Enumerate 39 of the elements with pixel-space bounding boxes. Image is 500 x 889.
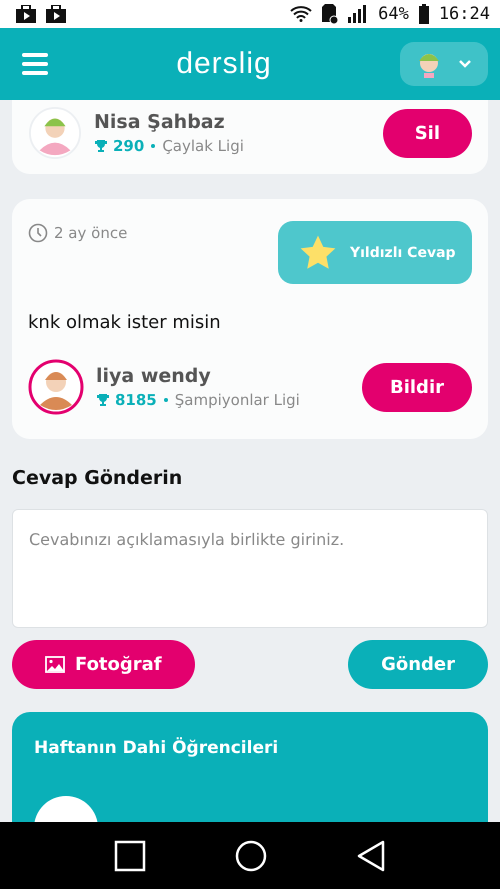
user-points: 290: [113, 137, 144, 155]
star-icon: [298, 234, 338, 272]
menu-icon[interactable]: [22, 53, 48, 75]
image-icon: [45, 656, 65, 673]
answer-time: 2 ay önce: [54, 224, 128, 242]
badge-label: Yıldızlı Cevap: [350, 244, 456, 260]
sd-card-icon: [322, 4, 338, 24]
user-name: Nisa Şahbaz: [94, 111, 226, 133]
separator-dot: [164, 398, 168, 402]
photo-button[interactable]: Fotoğraf: [12, 640, 195, 689]
user-points: 8185: [115, 391, 157, 409]
answer-input[interactable]: Cevabınızı açıklamasıyla birlikte giriniz.: [12, 509, 488, 628]
separator-dot: [151, 144, 156, 148]
report-button[interactable]: Bildir: [362, 362, 472, 412]
briefcase-icon: [16, 5, 36, 23]
battery-percent: 64%: [378, 4, 409, 24]
wifi-icon: [290, 6, 312, 22]
clock-time: 16:24: [438, 4, 490, 24]
panel-title: Haftanın Dahi Öğrencileri: [34, 738, 280, 758]
clock-icon: [28, 223, 48, 243]
section-title: Cevap Gönderin: [12, 467, 184, 489]
logo[interactable]: derslig: [176, 47, 272, 81]
delete-button[interactable]: Sil: [382, 108, 472, 158]
back-icon[interactable]: [356, 840, 386, 872]
user-name: liya wendy: [96, 365, 212, 387]
signal-icon: [348, 5, 368, 23]
battery-icon: [418, 4, 429, 24]
trophy-icon: [94, 139, 108, 153]
chevron-down-icon: [458, 59, 472, 69]
recent-apps-icon[interactable]: [114, 840, 146, 872]
home-icon[interactable]: [234, 840, 267, 872]
user-league: Şampiyonlar Ligi: [174, 391, 300, 409]
answer-text: knk olmak ister misin: [28, 312, 222, 333]
user-league: Çaylak Ligi: [162, 137, 244, 155]
avatar-icon: [28, 359, 84, 415]
avatar-icon: [28, 106, 82, 160]
briefcase-icon: [46, 5, 66, 23]
send-button[interactable]: Gönder: [348, 640, 488, 689]
trophy-icon: [96, 393, 110, 407]
